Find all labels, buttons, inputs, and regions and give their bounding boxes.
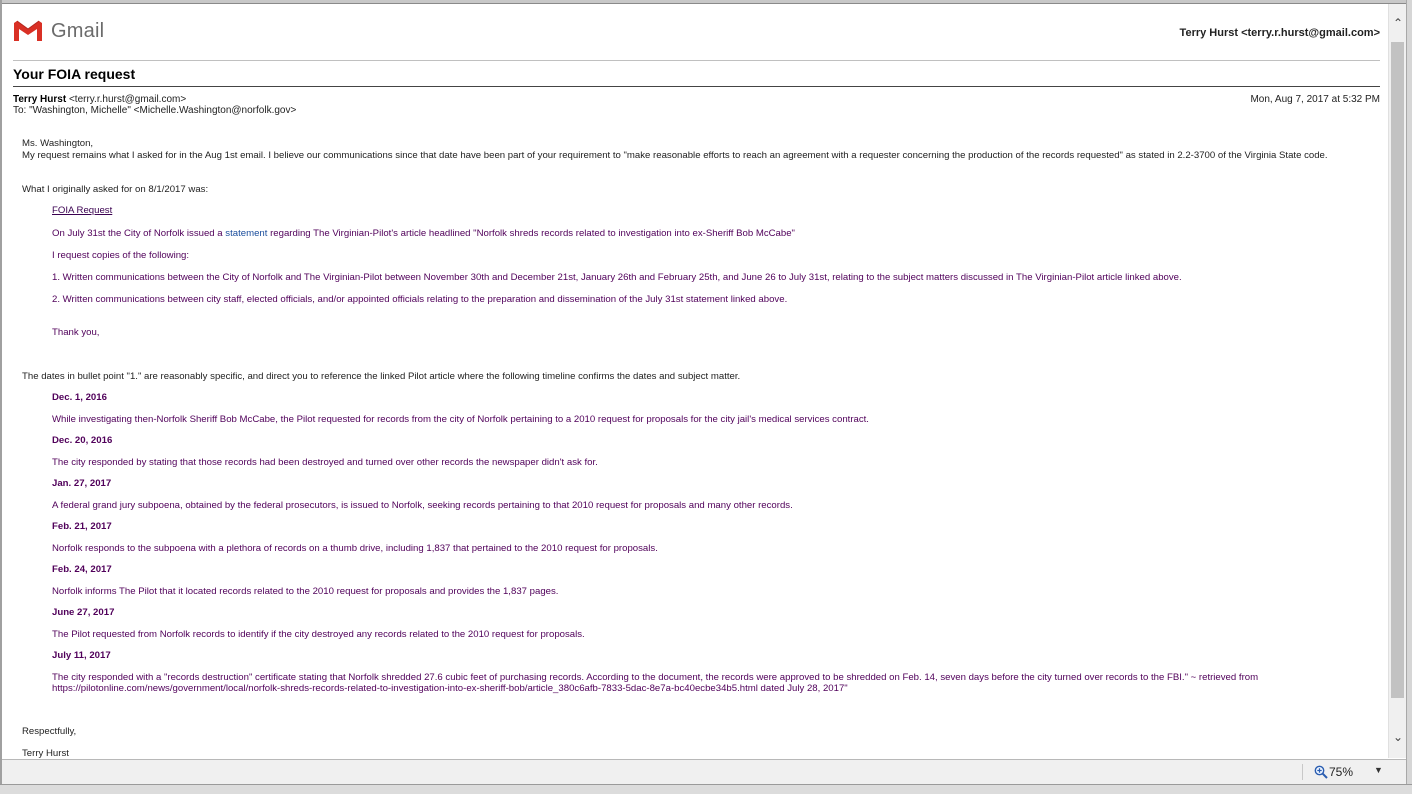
timeline-date: Dec. 1, 2016	[52, 392, 107, 403]
greeting: Ms. Washington,	[22, 138, 94, 149]
request-item-2: 2. Written communications between city s…	[52, 294, 788, 305]
scroll-down-icon[interactable]: ⌄	[1389, 728, 1407, 746]
sender-line: Terry Hurst <terry.r.hurst@gmail.com>	[13, 94, 186, 105]
statement-link[interactable]: statement	[225, 228, 267, 239]
paragraph-1: My request remains what I asked for in t…	[22, 150, 1328, 161]
subject-divider	[13, 86, 1380, 87]
recipient-line: To: "Washington, Michelle" <Michelle.Was…	[13, 105, 297, 116]
timeline-text: The Pilot requested from Norfolk records…	[52, 629, 585, 640]
timeline-date: Feb. 21, 2017	[52, 521, 112, 532]
timeline-text: The city responded by stating that those…	[52, 457, 598, 468]
timeline-text: A federal grand jury subpoena, obtained …	[52, 500, 793, 511]
email-subject: Your FOIA request	[13, 66, 136, 82]
sender-address: <terry.r.hurst@gmail.com>	[68, 94, 187, 105]
july31-paragraph: On July 31st the City of Norfolk issued …	[52, 228, 1322, 239]
scroll-up-icon[interactable]: ⌃	[1389, 14, 1407, 32]
timeline-date: Dec. 20, 2016	[52, 435, 113, 446]
july31-text-post: regarding The Virginian-Pilot's article …	[267, 228, 795, 239]
account-label: Terry Hurst <terry.r.hurst@gmail.com>	[1179, 27, 1380, 39]
timeline-text: Norfolk responds to the subpoena with a …	[52, 543, 658, 554]
vertical-scrollbar[interactable]: ⌃ ⌄	[1388, 4, 1407, 758]
scroll-thumb[interactable]	[1391, 42, 1404, 698]
timeline-date: July 11, 2017	[52, 650, 111, 661]
status-bar: 75% ▼	[2, 759, 1406, 784]
gmail-logo-text: Gmail	[51, 19, 105, 42]
timeline-date: Jan. 27, 2017	[52, 478, 112, 489]
request-copies-text: I request copies of the following:	[52, 250, 190, 261]
email-date: Mon, Aug 7, 2017 at 5:32 PM	[1250, 94, 1380, 105]
closing: Respectfully,	[22, 726, 77, 737]
window-right-border	[1406, 0, 1412, 793]
timeline-text: While investigating then-Norfolk Sheriff…	[52, 414, 869, 425]
zoom-level[interactable]: 75%	[1329, 765, 1353, 779]
paragraph-2: What I originally asked for on 8/1/2017 …	[22, 184, 209, 195]
gmail-envelope-icon	[14, 20, 42, 41]
july31-text-pre: On July 31st the City of Norfolk issued …	[52, 228, 226, 239]
foia-request-link[interactable]: FOIA Request	[52, 205, 112, 216]
timeline-date: Feb. 24, 2017	[52, 564, 112, 575]
gmail-logo: Gmail	[13, 18, 104, 44]
sender-name: Terry Hurst	[13, 94, 67, 105]
request-item-1: 1. Written communications between the Ci…	[52, 272, 1182, 283]
status-separator	[1302, 764, 1303, 780]
timeline-date: June 27, 2017	[52, 607, 115, 618]
timeline-text: Norfolk informs The Pilot that it locate…	[52, 586, 559, 597]
timeline-text: The city responded with a "records destr…	[52, 672, 1259, 694]
header-divider	[13, 60, 1380, 61]
zoom-dropdown-icon[interactable]: ▼	[1374, 765, 1383, 775]
zoom-icon[interactable]	[1314, 765, 1328, 779]
dates-intro: The dates in bullet point "1." are reaso…	[22, 371, 741, 382]
thank-you-text: Thank you,	[52, 327, 100, 338]
print-preview-page: Gmail Terry Hurst <terry.r.hurst@gmail.c…	[2, 4, 1388, 758]
foia-request-link-line: FOIA Request	[52, 205, 112, 216]
signature: Terry Hurst	[22, 748, 69, 758]
